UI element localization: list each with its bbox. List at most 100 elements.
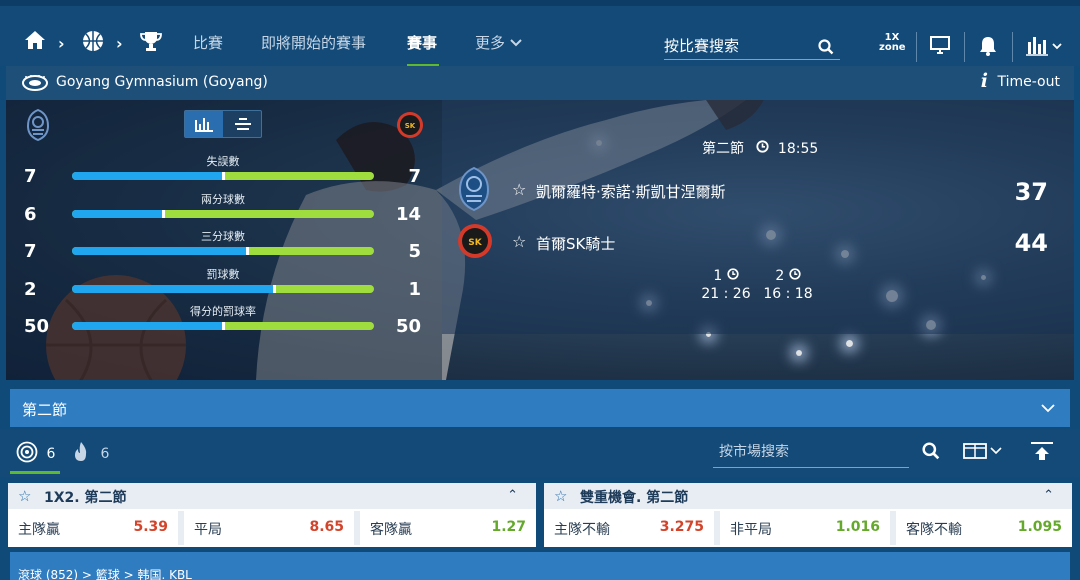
breadcrumb-separator: ›: [116, 34, 123, 53]
chevron-up-icon[interactable]: ⌃: [1043, 488, 1054, 503]
divider: [964, 32, 965, 62]
stat-away-value: 1: [408, 278, 421, 300]
market-header[interactable]: ☆ 雙重機會. 第二節 ⌃: [544, 483, 1072, 509]
basketball-icon[interactable]: [82, 30, 104, 56]
nav-matches[interactable]: 比賽: [193, 32, 223, 53]
odds-label: 主隊贏: [18, 522, 60, 538]
favorite-away-icon[interactable]: ☆: [512, 232, 526, 251]
period-accordion-label: 第二節: [22, 401, 68, 419]
stat-away-value: 5: [408, 241, 421, 262]
odds-no-draw[interactable]: 非平局 1.016: [720, 511, 890, 545]
stat-bar-divider: [222, 322, 225, 330]
nav-more[interactable]: 更多: [475, 32, 522, 53]
quarter-score: 21 : 26: [701, 286, 751, 302]
away-team-logo: SK: [395, 110, 425, 144]
info-icon[interactable]: i: [981, 70, 988, 92]
clock-icon: [756, 140, 773, 157]
stat-home-value: 50: [24, 316, 50, 337]
tab-count: 6: [100, 446, 110, 462]
stat-comparison-bar: [72, 322, 374, 330]
stat-home-value: 7: [24, 166, 37, 187]
home-team-logo: [24, 108, 52, 146]
odds-draw[interactable]: 平局 8.65: [184, 511, 354, 545]
odds-value: 1.095: [1017, 519, 1062, 535]
favorite-home-icon[interactable]: ☆: [512, 180, 526, 199]
tab-popular-markets[interactable]: 6: [72, 441, 109, 467]
stat-label: 得分的罰球率: [190, 305, 256, 318]
home-icon[interactable]: [24, 30, 46, 54]
market-search-input[interactable]: [713, 436, 903, 464]
away-team-crest: SK: [456, 222, 494, 264]
flame-icon: [72, 442, 94, 467]
svg-text:SK: SK: [405, 122, 416, 130]
stat-bar-divider: [161, 209, 165, 218]
current-period: 第二節: [702, 141, 744, 157]
statistics-icon[interactable]: [1026, 34, 1064, 60]
quarter-score: 16 : 18: [763, 286, 813, 302]
odds-label: 客隊贏: [370, 522, 412, 538]
stat-comparison-bar: [72, 247, 374, 255]
quarter-2: 2 16 : 18: [758, 268, 818, 302]
odds-away-win[interactable]: 客隊贏 1.27: [360, 511, 536, 545]
stats-view-toggle: [184, 110, 262, 138]
favorite-market-icon[interactable]: ☆: [554, 487, 567, 505]
list-view-button[interactable]: [224, 111, 262, 137]
period-clock: 第二節 18:55: [702, 138, 818, 158]
match-search: [664, 36, 840, 60]
stat-bar-divider: [273, 284, 277, 293]
market-header[interactable]: ☆ 1X2. 第二節 ⌃: [8, 483, 536, 509]
chevron-down-icon: [510, 34, 522, 52]
tab-all-markets[interactable]: 6: [16, 441, 55, 467]
collapse-all-icon[interactable]: [1030, 441, 1054, 465]
stat-home-value: 6: [24, 203, 37, 225]
trophy-icon[interactable]: [140, 30, 162, 56]
chevron-up-icon[interactable]: ⌃: [507, 488, 518, 503]
match-search-input[interactable]: [664, 36, 814, 56]
stat-comparison-bar: [72, 209, 374, 218]
bell-icon[interactable]: [978, 35, 998, 61]
market-search: [713, 436, 909, 468]
nav-upcoming[interactable]: 即將開始的賽事: [261, 32, 366, 53]
stat-label: 三分球數: [201, 230, 245, 243]
bar-chart-view-button[interactable]: [185, 111, 223, 137]
layout-columns-icon[interactable]: [963, 443, 1005, 463]
period-accordion[interactable]: 第二節: [10, 389, 1070, 427]
away-team-name: 首爾SK騎士: [536, 235, 616, 253]
stat-bar-home-fill: [72, 172, 223, 180]
1x-zone-icon[interactable]: 1X zone: [879, 33, 906, 53]
stat-bar-divider: [222, 172, 225, 180]
quarter-label: 1: [713, 268, 723, 284]
stat-home-value: 2: [24, 278, 37, 300]
market-toolbar: 6 6: [0, 429, 1080, 477]
stat-bar-divider: [246, 247, 250, 255]
odds-home-win[interactable]: 主隊贏 5.39: [8, 511, 178, 545]
target-icon: [16, 441, 42, 467]
home-team-score: 37: [1014, 178, 1048, 206]
monitor-icon[interactable]: [929, 35, 951, 59]
stat-bar-home-fill: [72, 209, 163, 218]
market-title: 1X2. 第二節: [44, 490, 127, 506]
search-icon[interactable]: [922, 442, 940, 464]
odds-label: 非平局: [730, 522, 772, 538]
home-team-name: 凱爾羅特·索諾·斯凱甘涅爾斯: [536, 183, 726, 201]
divider: [1012, 32, 1013, 62]
nav-events[interactable]: 賽事: [407, 32, 437, 53]
sport-breadcrumb[interactable]: 滾球 (852) > 籃球 > 韩国. KBL: [18, 566, 192, 580]
stat-comparison-bar: [72, 172, 374, 180]
odds-value: 1.016: [835, 519, 880, 535]
quarter-1: 1 21 : 26: [696, 268, 756, 302]
quarter-label: 2: [775, 268, 785, 284]
venue-row: Goyang Gymnasium (Goyang) i Time-out: [6, 66, 1074, 100]
match-status: Time-out: [997, 74, 1060, 90]
venue-name: Goyang Gymnasium (Goyang): [56, 74, 268, 90]
stat-bar-home-fill: [72, 247, 248, 255]
stat-away-value: 50: [395, 316, 421, 337]
odds-away-or-draw[interactable]: 客隊不輸 1.095: [896, 511, 1072, 545]
chevron-down-icon[interactable]: [1040, 399, 1056, 418]
odds-value: 1.27: [491, 519, 526, 535]
clock-icon: [727, 268, 739, 284]
odds-home-or-draw[interactable]: 主隊不輸 3.275: [544, 511, 714, 545]
favorite-market-icon[interactable]: ☆: [18, 487, 31, 505]
stat-bar-home-fill: [72, 322, 223, 330]
search-icon[interactable]: [818, 39, 834, 59]
